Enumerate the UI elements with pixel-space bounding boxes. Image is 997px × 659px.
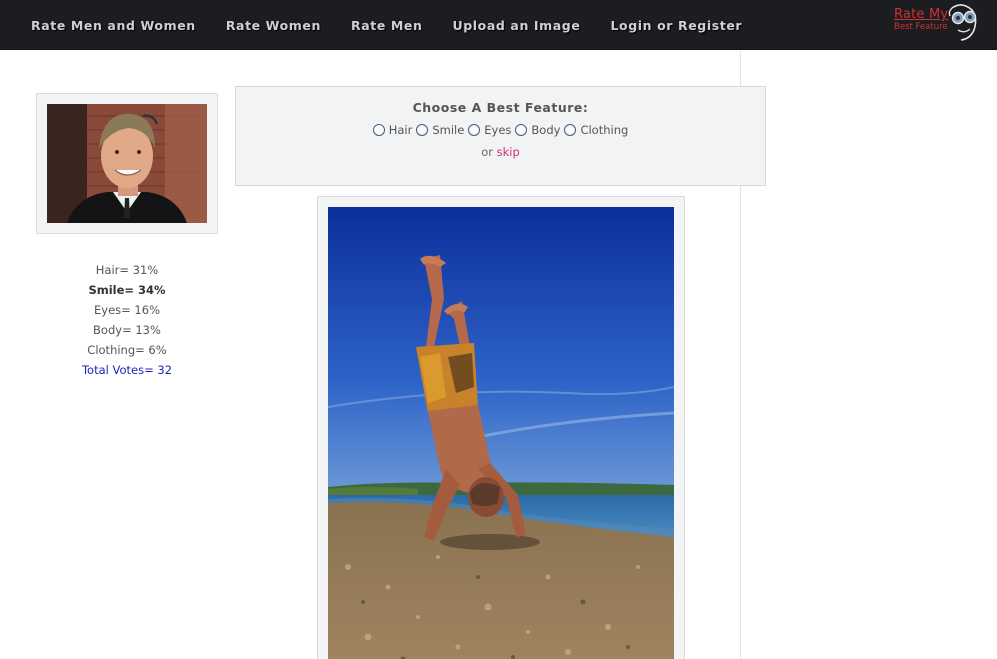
skip-link[interactable]: skip (497, 145, 520, 159)
option-clothing-label: Clothing (580, 123, 629, 137)
radio-eyes[interactable] (468, 124, 481, 136)
main-photo (328, 207, 674, 659)
option-eyes[interactable]: Eyes (468, 123, 511, 137)
glasses-face-icon (948, 4, 977, 41)
radio-body[interactable] (515, 124, 528, 136)
logo-text-best-feature: Best Feature (894, 22, 948, 32)
handstand-beach-image (328, 207, 674, 659)
nav-login-register[interactable]: Login or Register (610, 18, 742, 33)
top-navbar: Rate Men and Women Rate Women Rate Men U… (0, 0, 997, 50)
option-body[interactable]: Body (515, 123, 560, 137)
stat-smile-top: Smile= 34% (88, 283, 166, 297)
feature-stats: Hair= 31% Smile= 34% Eyes= 16% Body= 13%… (36, 262, 218, 382)
nav-rate-men-and-women[interactable]: Rate Men and Women (31, 18, 196, 33)
nav-upload-image[interactable]: Upload an Image (453, 18, 581, 33)
logo-text-rate-my: Rate My (894, 7, 949, 22)
option-hair[interactable]: Hair (372, 123, 413, 137)
option-smile-label: Smile (432, 123, 465, 137)
stat-total-votes: Total Votes= 32 (81, 363, 173, 377)
profile-thumbnail-photo[interactable] (47, 104, 207, 223)
option-clothing[interactable]: Clothing (564, 123, 628, 137)
radio-hair[interactable] (372, 124, 385, 136)
site-logo[interactable]: Rate My Best Feature (893, 2, 981, 42)
skip-row: or skip (236, 145, 765, 159)
stat-eyes: Eyes= 16% (94, 303, 160, 317)
profile-thumbnail-frame (36, 93, 218, 234)
radio-smile[interactable] (416, 124, 429, 136)
radio-clothing[interactable] (564, 124, 577, 136)
feature-options: Hair Smile Eyes Body Clothing (236, 123, 765, 137)
option-hair-label: Hair (388, 123, 413, 137)
option-smile[interactable]: Smile (416, 123, 464, 137)
stat-body: Body= 13% (93, 323, 161, 337)
stat-clothing: Clothing= 6% (87, 343, 167, 357)
nav-rate-men[interactable]: Rate Men (351, 18, 422, 33)
main-photo-frame (317, 196, 685, 659)
nav-links: Rate Men and Women Rate Women Rate Men U… (16, 0, 757, 50)
stat-hair: Hair= 31% (95, 263, 159, 277)
choose-feature-title: Choose A Best Feature: (412, 100, 589, 115)
nav-rate-women[interactable]: Rate Women (226, 18, 321, 33)
skip-prefix: or (481, 145, 493, 159)
option-eyes-label: Eyes (484, 123, 512, 137)
choose-feature-panel: Choose A Best Feature: Hair Smile Eyes B… (235, 86, 766, 186)
profile-portrait-image (47, 104, 207, 223)
option-body-label: Body (531, 123, 561, 137)
